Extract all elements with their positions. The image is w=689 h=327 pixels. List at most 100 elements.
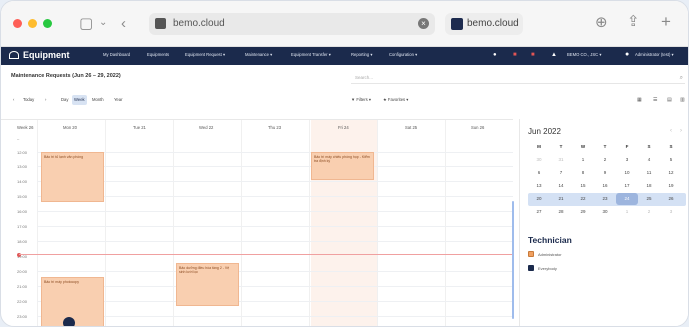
day-cell[interactable]: 11 <box>638 167 660 179</box>
checkbox-icon[interactable] <box>528 265 534 271</box>
calendar-view-icon[interactable]: ▦ <box>637 95 642 105</box>
avatar[interactable]: ● <box>625 51 629 58</box>
day-cell[interactable]: 17 <box>616 180 638 192</box>
phone-icon[interactable]: ● <box>493 52 497 58</box>
day-cell[interactable]: 9 <box>594 167 616 179</box>
share-icon[interactable]: ⇪ <box>627 14 640 29</box>
technician-filter-item[interactable]: Everybody <box>528 265 557 271</box>
day-cell[interactable]: 22 <box>572 193 594 205</box>
new-tab-icon[interactable]: + <box>661 13 671 30</box>
calendar-event[interactable]: Bảo dưỡng điều hòa tầng 2 - Vệ sinh lưới… <box>176 263 239 306</box>
nav-configuration[interactable]: Configuration ▾ <box>389 52 417 57</box>
day-header[interactable]: Tue 21 <box>133 125 146 130</box>
search-icon[interactable]: ⌕ <box>680 73 683 83</box>
zoom-window-button[interactable] <box>43 19 52 28</box>
site-favicon-icon <box>155 18 166 29</box>
day-cell[interactable]: 1 <box>572 154 594 166</box>
day-cell[interactable]: 3 <box>660 206 682 218</box>
view-week[interactable]: Week <box>72 95 87 105</box>
checkbox-icon[interactable] <box>528 251 534 257</box>
user-menu[interactable]: Administrator (test) ▾ <box>635 52 674 57</box>
chevron-down-icon[interactable]: ⌄ <box>99 18 107 28</box>
view-month[interactable]: Month <box>90 95 106 105</box>
day-header[interactable]: Sun 26 <box>471 125 484 130</box>
next-month-button[interactable]: › <box>680 128 682 134</box>
day-cell[interactable]: 8 <box>572 167 594 179</box>
day-cell[interactable]: 4 <box>638 154 660 166</box>
day-cell[interactable]: 10 <box>616 167 638 179</box>
today-cell[interactable]: 24 <box>616 193 638 205</box>
back-arrow-icon[interactable]: ‹ <box>121 16 126 31</box>
favorites-button[interactable]: ★ Favorites ▾ <box>381 95 410 105</box>
prev-button[interactable]: ‹ <box>11 95 16 105</box>
day-cell[interactable]: 30 <box>528 154 550 166</box>
day-cell[interactable]: 20 <box>528 193 550 205</box>
day-cell[interactable]: 27 <box>528 206 550 218</box>
chat-icon[interactable]: ■ <box>513 52 517 58</box>
nav-equipments[interactable]: Equipments <box>147 52 169 57</box>
calendar-event[interactable]: Bảo trì tủ lạnh văn phòng <box>41 152 104 202</box>
nav-maintenance[interactable]: Maintenance ▾ <box>245 52 272 57</box>
day-cell[interactable]: 12 <box>660 167 682 179</box>
hour-line <box>37 211 513 212</box>
today-button[interactable]: Today <box>21 95 36 105</box>
company-switcher[interactable]: BEMO CO., JSC ▾ <box>567 52 601 57</box>
day-header[interactable]: Fri 24 <box>338 125 349 130</box>
day-cell[interactable]: 30 <box>594 206 616 218</box>
day-cell[interactable]: 26 <box>660 193 682 205</box>
day-header[interactable]: Thu 23 <box>268 125 281 130</box>
day-cell[interactable]: 3 <box>616 154 638 166</box>
nav-equipment-request[interactable]: Equipment Request ▾ <box>185 52 225 57</box>
calendar-event[interactable]: Bảo trì máy chiếu phòng họp - Kiểm tra đ… <box>311 152 374 180</box>
day-cell[interactable]: 2 <box>638 206 660 218</box>
activity-icon[interactable]: ■ <box>531 52 535 58</box>
day-cell[interactable]: 2 <box>594 154 616 166</box>
day-cell[interactable]: 25 <box>638 193 660 205</box>
day-header[interactable]: Sat 25 <box>405 125 417 130</box>
graph-view-icon[interactable]: ▥ <box>680 95 685 105</box>
day-cell[interactable]: 28 <box>550 206 572 218</box>
sidebar-toggle-icon[interactable]: ▢ <box>79 16 93 31</box>
day-cell[interactable]: 6 <box>528 167 550 179</box>
day-cell[interactable]: 15 <box>572 180 594 192</box>
filters-button[interactable]: ▼ Filters ▾ <box>349 95 373 105</box>
day-cell[interactable]: 14 <box>550 180 572 192</box>
address-bar[interactable]: bemo.cloud × <box>149 13 435 35</box>
sidebar-panel: Jun 2022 ‹ › M T W T F S S 30 31 1 2 3 4… <box>519 119 688 326</box>
list-view-icon[interactable]: ☰ <box>653 95 657 105</box>
logo-text: Equipment <box>23 50 70 60</box>
day-cell[interactable]: 29 <box>572 206 594 218</box>
nav-dashboard[interactable]: My Dashboard <box>103 52 130 57</box>
browser-tab[interactable]: bemo.cloud <box>445 13 523 35</box>
app-logo[interactable]: Equipment <box>9 50 70 60</box>
calendar-scrollbar[interactable] <box>512 201 514 319</box>
url-text: bemo.cloud <box>173 18 225 29</box>
view-day[interactable]: Day <box>59 95 70 105</box>
downloads-icon[interactable]: ⊕ <box>595 15 608 30</box>
bell-icon[interactable]: ▲ <box>551 52 557 58</box>
view-year[interactable]: Year <box>112 95 124 105</box>
nav-equipment-transfer[interactable]: Equipment Transfer ▾ <box>291 52 331 57</box>
day-cell[interactable]: 7 <box>550 167 572 179</box>
pivot-view-icon[interactable]: ▤ <box>667 95 672 105</box>
prev-month-button[interactable]: ‹ <box>670 128 672 134</box>
day-cell[interactable]: 16 <box>594 180 616 192</box>
day-cell[interactable]: 21 <box>550 193 572 205</box>
clear-url-icon[interactable]: × <box>418 18 429 29</box>
day-cell[interactable]: 5 <box>660 154 682 166</box>
day-cell[interactable]: 13 <box>528 180 550 192</box>
time-label: 13:00 <box>17 164 28 169</box>
search-input[interactable]: Search... ⌕ <box>351 73 685 84</box>
nav-reporting[interactable]: Reporting ▾ <box>351 52 372 57</box>
technician-filter-item[interactable]: Administrator <box>528 251 562 257</box>
close-window-button[interactable] <box>13 19 22 28</box>
day-header[interactable]: Wed 22 <box>199 125 213 130</box>
day-cell[interactable]: 1 <box>616 206 638 218</box>
day-cell[interactable]: 31 <box>550 154 572 166</box>
day-cell[interactable]: 19 <box>660 180 682 192</box>
minimize-window-button[interactable] <box>28 19 37 28</box>
next-button[interactable]: › <box>43 95 48 105</box>
day-cell[interactable]: 23 <box>594 193 616 205</box>
day-cell[interactable]: 18 <box>638 180 660 192</box>
day-header[interactable]: Mon 20 <box>63 125 77 130</box>
